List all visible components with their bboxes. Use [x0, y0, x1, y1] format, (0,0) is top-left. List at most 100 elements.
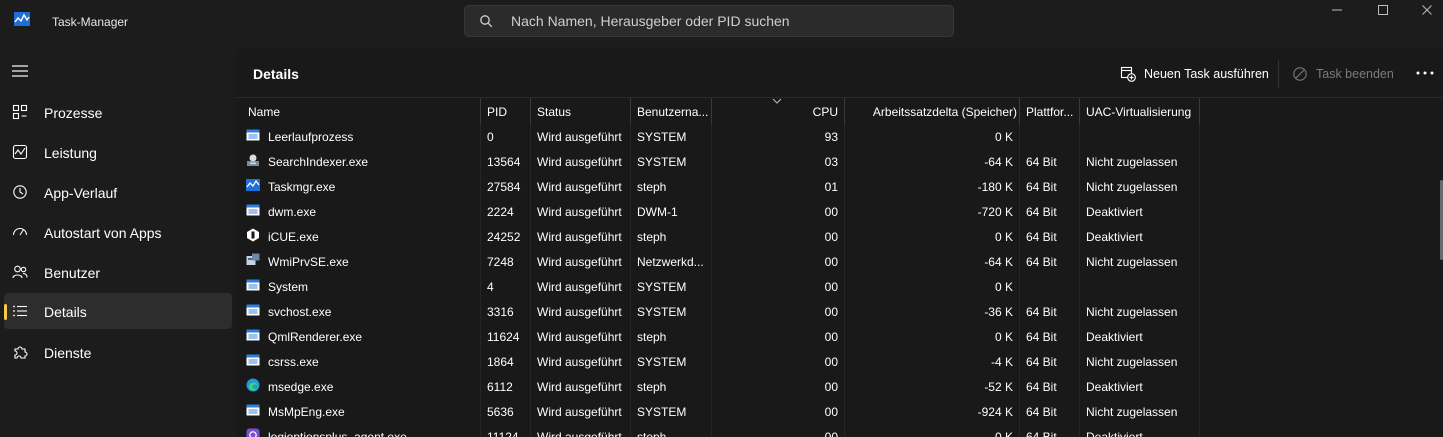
table-row[interactable]: dwm.exe 2224 Wird ausgeführt DWM-1 00 -720 K 6…	[236, 199, 1200, 224]
column-header-user[interactable]: Benutzerna...	[637, 98, 711, 124]
taskmgr-icon	[246, 179, 260, 191]
cell-user: steph	[637, 380, 667, 394]
column-resize-handle[interactable]	[844, 98, 845, 124]
column-resize-handle[interactable]	[480, 98, 481, 124]
table-row[interactable]: SearchIndexer.exe 13564 Wird ausgeführt SYS…	[236, 149, 1200, 174]
cell-mem: -36 K	[984, 305, 1013, 319]
column-resize-handle[interactable]	[1079, 98, 1080, 124]
cell-user: DWM-1	[637, 205, 678, 219]
table-row[interactable]: logioptionsplus_agent.exe 11124 Wird ausge…	[236, 424, 1200, 437]
cell-status: Wird ausgeführt	[537, 355, 622, 369]
sidebar-item-users[interactable]: Benutzer	[4, 254, 232, 290]
cell-pid: 1864	[487, 355, 514, 369]
table-row[interactable]: Leerlaufprozess 0 Wird ausgeführt SYSTEM 93 0…	[236, 124, 1200, 149]
column-resize-handle[interactable]	[711, 98, 712, 124]
column-resize-handle[interactable]	[1199, 98, 1200, 124]
table-row[interactable]: MsMpEng.exe 5636 Wird ausgeführt SYSTEM 00 -9…	[236, 399, 1200, 424]
cell-cpu: 00	[824, 380, 838, 394]
sidebar-item-details[interactable]: Details	[4, 293, 232, 329]
table-row[interactable]: csrss.exe 1864 Wird ausgeführt SYSTEM 00 -4 K…	[236, 349, 1200, 374]
minimize-button[interactable]	[1314, 0, 1360, 20]
new-task-icon	[1120, 66, 1136, 82]
end-task-button[interactable]: Task beenden	[1292, 62, 1394, 86]
table-row[interactable]: Taskmgr.exe 27584 Wird ausgeführt steph 01 -1…	[236, 174, 1200, 199]
sidebar-item-label: Benutzer	[44, 265, 101, 281]
column-resize-handle[interactable]	[630, 98, 631, 124]
run-new-task-button[interactable]: Neuen Task ausführen	[1120, 62, 1269, 86]
cell-cpu: 00	[824, 430, 838, 437]
cell-status: Wird ausgeführt	[537, 430, 622, 437]
sidebar-item-performance[interactable]: Leistung	[4, 134, 232, 170]
cell-pid: 5636	[487, 405, 514, 419]
cell-user: steph	[637, 230, 667, 244]
column-header-name[interactable]: Name	[248, 98, 478, 124]
cell-status: Wird ausgeführt	[537, 405, 622, 419]
table-row[interactable]: msedge.exe 6112 Wird ausgeführt steph 00 -52 …	[236, 374, 1200, 399]
hamburger-menu-icon[interactable]	[12, 64, 28, 78]
process-name: iCUE.exe	[268, 230, 319, 244]
column-header-pid[interactable]: PID	[487, 98, 527, 124]
cell-platform: 64 Bit	[1026, 155, 1057, 169]
search-input[interactable]	[511, 6, 941, 36]
process-name: QmlRenderer.exe	[268, 330, 363, 344]
logi-icon	[246, 428, 260, 437]
table-row[interactable]: WmiPrvSE.exe 7248 Wird ausgeführt Netzwerkd…	[236, 249, 1200, 274]
table-row[interactable]: QmlRenderer.exe 11624 Wird ausgeführt steph…	[236, 324, 1200, 349]
main-panel: Details Neuen Task ausführen Task beende…	[236, 48, 1443, 437]
task-manager-logo-icon	[14, 12, 30, 26]
column-header-platform[interactable]: Plattfor...	[1026, 98, 1076, 124]
sidebar-item-label: Prozesse	[44, 105, 103, 121]
block-icon	[1293, 67, 1307, 81]
table-row[interactable]: System 4 Wird ausgeführt SYSTEM 00 0 K	[236, 274, 1200, 299]
sidebar-item-label: Autostart von Apps	[44, 225, 162, 241]
process-name: WmiPrvSE.exe	[268, 255, 349, 269]
column-header-cpu[interactable]: CPU	[714, 98, 838, 124]
column-resize-handle[interactable]	[1019, 98, 1020, 124]
sidebar-item-label: App-Verlauf	[44, 185, 118, 201]
cell-mem: -64 K	[984, 255, 1013, 269]
table-row[interactable]: iCUE.exe 24252 Wird ausgeführt steph 00 0 K 64…	[236, 224, 1200, 249]
column-resize-handle[interactable]	[530, 98, 531, 124]
cell-platform: 64 Bit	[1026, 355, 1057, 369]
details-icon	[13, 305, 27, 317]
cell-uac: Nicht zugelassen	[1086, 305, 1178, 319]
sidebar-item-startup-apps[interactable]: Autostart von Apps	[4, 214, 232, 250]
cell-cpu: 00	[824, 280, 838, 294]
cell-status: Wird ausgeführt	[537, 180, 622, 194]
cell-status: Wird ausgeführt	[537, 155, 622, 169]
column-header-memory-delta[interactable]: Arbeitssatzdelta (Speicher)	[847, 98, 1017, 124]
cell-cpu: 00	[824, 230, 838, 244]
cell-pid: 2224	[487, 205, 514, 219]
column-header-status[interactable]: Status	[537, 98, 627, 124]
search-box[interactable]	[464, 5, 954, 37]
cell-user: Netzwerkd...	[637, 255, 704, 269]
cell-user: SYSTEM	[637, 280, 687, 294]
cell-uac: Nicht zugelassen	[1086, 155, 1178, 169]
cell-mem: -180 K	[977, 180, 1013, 194]
maximize-button[interactable]	[1360, 0, 1406, 20]
sidebar-item-services[interactable]: Dienste	[4, 334, 232, 370]
cell-uac: Deaktiviert	[1086, 430, 1143, 437]
cell-user: steph	[637, 330, 667, 344]
process-name: Leerlaufprozess	[268, 130, 354, 144]
cell-pid: 11124	[487, 430, 519, 437]
sidebar-item-processes[interactable]: Prozesse	[4, 94, 232, 130]
column-header-uac[interactable]: UAC-Virtualisierung	[1086, 98, 1198, 124]
title-bar: Task-Manager	[0, 0, 1443, 44]
cell-mem: -4 K	[990, 355, 1013, 369]
cell-mem: 0 K	[994, 430, 1013, 437]
window-icon	[246, 204, 260, 216]
cell-status: Wird ausgeführt	[537, 255, 622, 269]
cell-cpu: 00	[824, 305, 838, 319]
cell-pid: 11624	[487, 330, 520, 344]
cell-mem: -720 K	[977, 205, 1013, 219]
cell-platform: 64 Bit	[1026, 255, 1057, 269]
close-button[interactable]	[1404, 0, 1443, 20]
more-options-icon[interactable]	[1414, 66, 1436, 80]
sidebar-item-app-history[interactable]: App-Verlauf	[4, 174, 232, 210]
sidebar-item-label: Leistung	[44, 145, 97, 161]
cell-platform: 64 Bit	[1026, 380, 1057, 394]
table-row[interactable]: svchost.exe 3316 Wird ausgeführt SYSTEM 00 -3…	[236, 299, 1200, 324]
cell-pid: 3316	[487, 305, 514, 319]
cell-uac: Deaktiviert	[1086, 330, 1143, 344]
